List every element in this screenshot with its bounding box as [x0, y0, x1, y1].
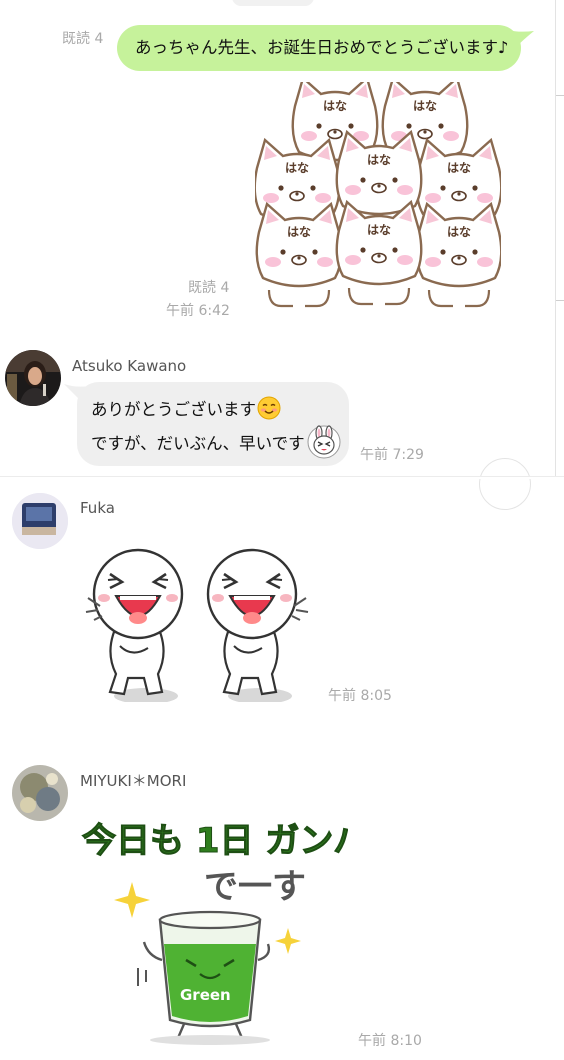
message-bubble-incoming[interactable]: ありがとうございます ですが、だいぶん、早いです: [77, 382, 349, 466]
sticker-text: Green: [180, 986, 231, 1004]
avatar-fuka[interactable]: [12, 493, 68, 549]
previous-message-edge: [232, 0, 314, 6]
sticker-cats[interactable]: はな はな はな はな はな はな はな はな: [255, 82, 501, 316]
sticker-label: はな: [447, 225, 471, 239]
message-bubble-outgoing[interactable]: あっちゃん先生、お誕生日おめでとうございます♪: [117, 25, 521, 71]
panel-divider: [0, 477, 564, 479]
read-receipt: 既読 4: [188, 280, 230, 296]
scrollbar-tick: [556, 95, 564, 96]
sticker-green-juice[interactable]: 今日も 1日 ガンバ で一す Green: [78, 810, 348, 1046]
smile-emoji-icon: [257, 396, 281, 420]
scroll-down-icon[interactable]: [479, 458, 531, 510]
message-line: ありがとうございます: [91, 395, 335, 425]
avatar-photo: [5, 350, 61, 406]
message-line: ですが、だいぶん、早いです: [91, 425, 341, 459]
message-text: ありがとうございます: [91, 400, 256, 419]
sticker-label: はな: [367, 153, 391, 167]
bunny-emoji-icon: [307, 425, 341, 459]
read-receipt: 既読 4: [62, 31, 104, 47]
sticker-label: はな: [413, 99, 437, 113]
sender-name: MIYUKI＊MORI: [80, 772, 187, 790]
sender-name: Fuka: [80, 499, 115, 517]
avatar-atsuko[interactable]: [5, 350, 61, 406]
sender-name: Atsuko Kawano: [72, 357, 187, 375]
sticker-label: はな: [447, 161, 471, 175]
timestamp: 午前 7:29: [360, 447, 424, 463]
scrollbar-tick: [556, 300, 564, 301]
avatar-photo: [12, 765, 68, 821]
sticker-label: はな: [287, 225, 311, 239]
sticker-label: はな: [367, 223, 391, 237]
sticker-label: はな: [323, 99, 347, 113]
sticker-label: はな: [285, 161, 309, 175]
avatar-photo: [12, 493, 68, 549]
timestamp: 午前 8:05: [328, 688, 392, 704]
sticker-laughing-characters[interactable]: [82, 540, 312, 702]
timestamp: 午前 6:42: [166, 303, 230, 319]
sticker-text: で一す: [204, 867, 306, 907]
sticker-text: 今日も 1日 ガンバ: [82, 821, 348, 861]
message-text: ですが、だいぶん、早いです: [91, 434, 305, 453]
avatar-miyuki[interactable]: [12, 765, 68, 821]
timestamp: 午前 8:10: [358, 1033, 422, 1049]
scrollbar-track[interactable]: [555, 0, 556, 478]
